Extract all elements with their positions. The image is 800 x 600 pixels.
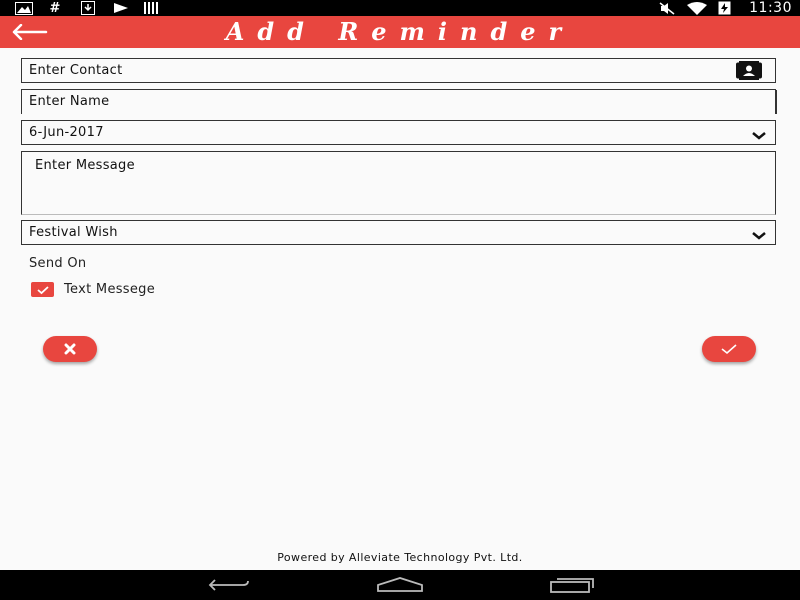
hash-notification-icon: # xyxy=(49,0,61,16)
send-on-label: Send On xyxy=(29,256,87,271)
name-placeholder: Enter Name xyxy=(29,94,110,109)
home-nav-icon[interactable] xyxy=(375,576,425,594)
app-bar: Add Reminder xyxy=(0,16,800,48)
reminder-type-value: Festival Wish xyxy=(29,225,118,240)
message-placeholder: Enter Message xyxy=(35,158,135,173)
save-button[interactable] xyxy=(702,336,756,362)
name-field[interactable]: Enter Name xyxy=(21,89,777,114)
mute-icon xyxy=(658,1,676,15)
flag-icon xyxy=(112,1,130,15)
text-message-label[interactable]: Text Messege xyxy=(64,282,155,297)
wifi-icon xyxy=(686,1,708,15)
contact-placeholder: Enter Contact xyxy=(29,63,123,78)
date-value: 6-Jun-2017 xyxy=(29,125,104,140)
reminder-type-dropdown[interactable]: Festival Wish xyxy=(21,220,776,245)
field-border xyxy=(775,90,777,114)
text-message-checkbox[interactable] xyxy=(31,282,54,297)
cancel-button[interactable] xyxy=(43,336,97,362)
footer-credit: Powered by Alleviate Technology Pvt. Ltd… xyxy=(277,551,523,564)
check-icon xyxy=(36,285,49,294)
message-field[interactable]: Enter Message xyxy=(21,151,776,215)
close-icon xyxy=(64,343,76,355)
download-icon xyxy=(80,1,96,15)
barcode-icon xyxy=(143,1,161,15)
gallery-notification-icon xyxy=(14,1,34,15)
screen: # 11:30 Add Reminder Enter Contact Enter… xyxy=(0,0,800,600)
battery-charging-icon xyxy=(716,1,732,15)
status-bar: # 11:30 xyxy=(0,0,800,16)
chevron-down-icon xyxy=(751,227,767,240)
date-dropdown[interactable]: 6-Jun-2017 xyxy=(21,120,776,145)
page-title: Add Reminder xyxy=(225,17,575,46)
contact-field[interactable]: Enter Contact xyxy=(21,58,776,83)
recents-nav-icon[interactable] xyxy=(548,576,596,594)
nav-bar xyxy=(0,570,800,600)
check-icon xyxy=(721,344,737,355)
contact-card-icon[interactable] xyxy=(735,61,763,80)
back-nav-icon[interactable] xyxy=(206,576,252,594)
chevron-down-icon xyxy=(751,127,767,140)
status-time: 11:30 xyxy=(749,0,792,16)
